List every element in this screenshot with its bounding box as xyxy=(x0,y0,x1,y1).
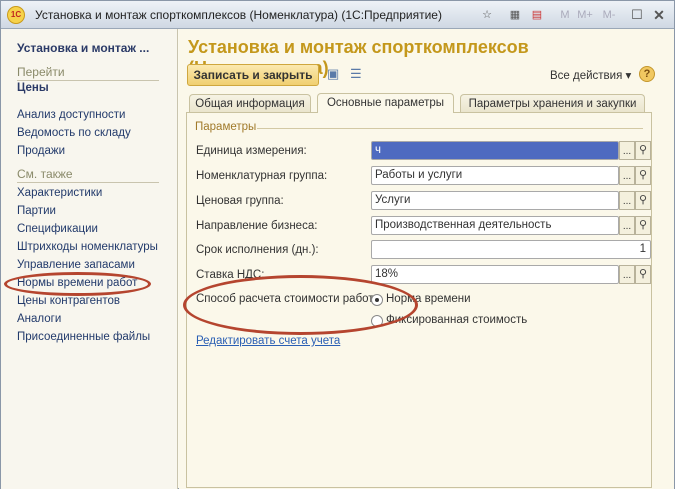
sidebar-title: Установка и монтаж ... xyxy=(17,41,150,55)
price-group-input[interactable]: Услуги xyxy=(371,191,619,210)
memory-plus-button[interactable]: M+ xyxy=(577,7,593,23)
window-title: Установка и монтаж спорткомплексов (Номе… xyxy=(35,8,442,22)
tab-storage-parameters[interactable]: Параметры хранения и закупки xyxy=(460,94,645,113)
price-group-label: Ценовая группа: xyxy=(196,195,284,207)
list-icon[interactable]: ☰ xyxy=(350,66,362,82)
all-actions-menu[interactable]: Все действия ▾ xyxy=(550,68,631,82)
unit-input[interactable]: ч xyxy=(371,141,619,160)
sidebar-item-characteristics[interactable]: Характеристики xyxy=(17,187,102,199)
memory-minus-button[interactable]: M- xyxy=(601,7,617,23)
edit-accounts-link[interactable]: Редактировать счета учета xyxy=(196,335,340,347)
tab-general-info[interactable]: Общая информация xyxy=(189,94,311,113)
lead-time-input[interactable]: 1 xyxy=(371,240,651,259)
tab-panel: Параметры Единица измерения: ч ... ⚲ Ном… xyxy=(183,112,652,488)
highlight-ellipse-calc-method xyxy=(183,275,418,335)
sidebar-item-supplier-prices[interactable]: Цены контрагентов xyxy=(17,295,120,307)
main-form: Установка и монтаж спорткомплексов (Номе… xyxy=(179,29,674,489)
sidebar-item-specifications[interactable]: Спецификации xyxy=(17,223,98,235)
item-group-input[interactable]: Работы и услуги xyxy=(371,166,619,185)
vat-rate-search-icon[interactable]: ⚲ xyxy=(635,265,651,284)
unit-search-icon[interactable]: ⚲ xyxy=(635,141,651,160)
sidebar-item-batches[interactable]: Партии xyxy=(17,205,56,217)
unit-select-button[interactable]: ... xyxy=(619,141,635,160)
sidebar-item-stock-management[interactable]: Управление запасами xyxy=(17,259,135,271)
sidebar-item-warehouse-report[interactable]: Ведомость по складу xyxy=(17,127,131,139)
group-divider xyxy=(257,128,643,129)
window: 1С Установка и монтаж спорткомплексов (Н… xyxy=(0,0,675,489)
business-direction-select-button[interactable]: ... xyxy=(619,216,635,235)
sidebar-item-sales[interactable]: Продажи xyxy=(17,145,65,157)
business-direction-label: Направление бизнеса: xyxy=(196,220,318,232)
calendar-icon[interactable]: ▤ xyxy=(529,7,545,23)
vat-rate-select-button[interactable]: ... xyxy=(619,265,635,284)
sidebar-item-prices[interactable]: Цены xyxy=(17,82,49,94)
lead-time-label: Срок исполнения (дн.): xyxy=(196,244,319,256)
business-direction-search-icon[interactable]: ⚲ xyxy=(635,216,651,235)
title-bar: 1С Установка и монтаж спорткомплексов (Н… xyxy=(1,1,674,29)
favorite-icon[interactable]: ☆ xyxy=(479,7,495,23)
goto-section-label: Перейти xyxy=(17,65,159,81)
see-also-section-label: См. также xyxy=(17,167,159,183)
unit-label: Единица измерения: xyxy=(196,145,307,157)
sidebar-item-attached-files[interactable]: Присоединенные файлы xyxy=(17,331,150,343)
tab-main-parameters[interactable]: Основные параметры xyxy=(317,93,454,113)
item-group-search-icon[interactable]: ⚲ xyxy=(635,166,651,185)
sidebar: Установка и монтаж ... Перейти Цены Анал… xyxy=(1,29,178,489)
sidebar-item-barcodes[interactable]: Штрихкоды номенклатуры xyxy=(17,241,158,253)
close-icon[interactable]: ✕ xyxy=(651,7,667,23)
1c-logo-icon: 1С xyxy=(7,6,25,24)
item-group-select-button[interactable]: ... xyxy=(619,166,635,185)
price-group-select-button[interactable]: ... xyxy=(619,191,635,210)
group-label: Параметры xyxy=(195,121,257,133)
highlight-ellipse-sidebar xyxy=(4,272,151,296)
vat-rate-input[interactable]: 18% xyxy=(371,265,619,284)
business-direction-input[interactable]: Производственная деятельность xyxy=(371,216,619,235)
help-icon[interactable]: ? xyxy=(639,66,655,82)
sidebar-item-availability[interactable]: Анализ доступности xyxy=(17,109,125,121)
maximize-icon[interactable]: ☐ xyxy=(629,7,645,23)
sidebar-item-analogs[interactable]: Аналоги xyxy=(17,313,61,325)
item-group-label: Номенклатурная группа: xyxy=(196,170,328,182)
save-and-close-button[interactable]: Записать и закрыть xyxy=(187,64,319,86)
price-group-search-icon[interactable]: ⚲ xyxy=(635,191,651,210)
save-icon[interactable]: ▣ xyxy=(327,66,339,82)
memory-m-button[interactable]: M xyxy=(557,7,573,23)
calculator-icon[interactable]: ▦ xyxy=(507,7,523,23)
